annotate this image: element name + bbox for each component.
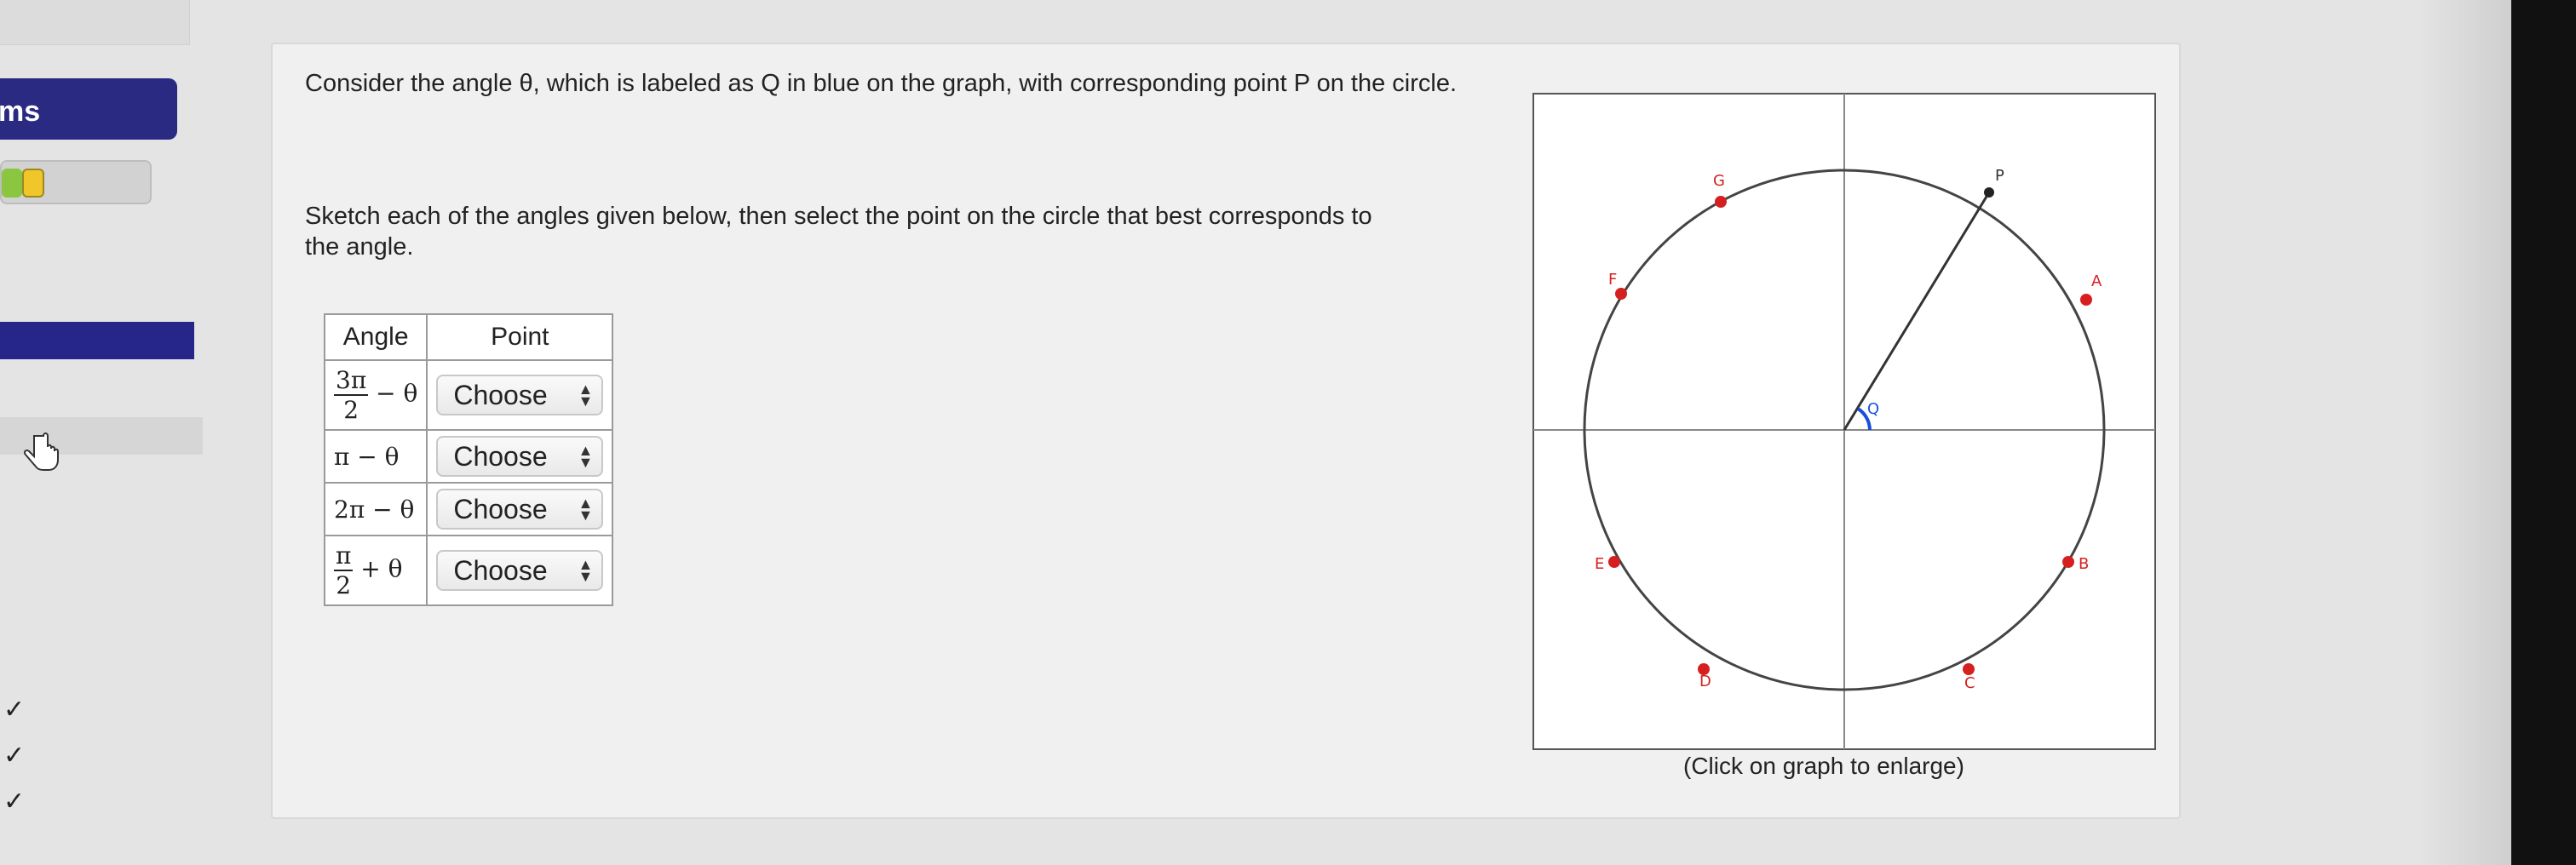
select-arrows-icon: ▲ ▼: [578, 442, 594, 471]
point-cell: Choose ▲ ▼: [426, 359, 614, 431]
angle-label: Q: [1867, 400, 1879, 418]
point-a-marker[interactable]: [2080, 294, 2092, 306]
screen-bezel: [2511, 0, 2576, 865]
point-f-label: F: [1608, 271, 1617, 289]
progress-current-marker: [22, 169, 44, 198]
point-select[interactable]: Choose ▲ ▼: [436, 375, 604, 415]
point-a-label: A: [2091, 272, 2102, 290]
point-c-label: C: [1964, 674, 1975, 692]
point-e-label: E: [1595, 555, 1604, 573]
angle-expression: 2π − θ: [323, 482, 428, 536]
point-e-marker[interactable]: [1608, 556, 1620, 568]
screen-edge-shadow: [2418, 0, 2511, 865]
question-instructions: Sketch each of the angles given below, t…: [305, 203, 1372, 261]
select-value: Choose: [453, 554, 548, 586]
point-select[interactable]: Choose ▲ ▼: [436, 550, 604, 591]
select-arrows-icon: ▲ ▼: [578, 381, 594, 410]
check-icon: ✓: [3, 788, 26, 816]
sidebar: ms ✓ ✓ ✓: [0, 0, 247, 865]
point-g-marker[interactable]: [1715, 196, 1727, 208]
expression-rest: − θ: [368, 379, 418, 408]
point-p-label: P: [1995, 167, 2004, 185]
point-p-marker[interactable]: [1984, 187, 1994, 198]
select-value: Choose: [453, 379, 548, 410]
point-column-header: Point: [426, 313, 614, 361]
sidebar-item-active[interactable]: [0, 322, 194, 359]
table-row: π2 + θ Choose ▲ ▼: [323, 535, 614, 606]
select-arrows-icon: ▲ ▼: [578, 556, 594, 585]
point-select[interactable]: Choose ▲ ▼: [436, 489, 604, 530]
expression-rest: + θ: [353, 554, 403, 583]
fraction-numerator: 3π: [334, 366, 369, 396]
fraction-numerator: π: [334, 541, 354, 571]
answer-table: Angle Point 3π 2 − θ Choose ▲ ▼ π − θ Choos…: [323, 313, 614, 606]
point-g-label: G: [1713, 172, 1725, 190]
progress-bar: [0, 160, 152, 204]
angle-expression: 3π 2 − θ: [323, 359, 428, 431]
fraction: π2: [334, 541, 354, 599]
point-select[interactable]: Choose ▲ ▼: [436, 436, 604, 477]
point-cell: Choose ▲ ▼: [426, 429, 614, 484]
check-icon: ✓: [3, 696, 26, 724]
point-c-marker[interactable]: [1963, 663, 1975, 675]
point-cell: Choose ▲ ▼: [426, 535, 614, 606]
check-icon: ✓: [3, 742, 26, 770]
angle-column-header: Angle: [323, 313, 428, 361]
angle-expression: π2 + θ: [323, 535, 428, 606]
hand-cursor-icon: [24, 432, 59, 471]
table-row: 3π 2 − θ Choose ▲ ▼: [323, 359, 614, 431]
sidebar-header: [0, 0, 190, 45]
point-d-label: D: [1699, 673, 1711, 690]
fraction: 3π 2: [334, 366, 369, 424]
fraction-denominator: 2: [343, 396, 359, 424]
select-value: Choose: [453, 493, 548, 524]
table-row: 2π − θ Choose ▲ ▼: [323, 482, 614, 536]
select-value: Choose: [453, 440, 548, 472]
sidebar-tab-items[interactable]: ms: [0, 78, 177, 140]
table-header-row: Angle Point: [323, 313, 614, 361]
point-b-marker[interactable]: [2062, 556, 2074, 568]
angle-expression: π − θ: [323, 429, 428, 484]
unit-circle-graph[interactable]: Q P G A F E B D C: [1525, 85, 2164, 758]
point-cell: Choose ▲ ▼: [426, 482, 614, 536]
point-f-marker[interactable]: [1615, 288, 1627, 300]
question-intro: Consider the angle θ, which is labeled a…: [305, 70, 1458, 97]
sidebar-tab-label: ms: [0, 95, 41, 128]
table-row: π − θ Choose ▲ ▼: [323, 429, 614, 484]
graph-caption[interactable]: (Click on graph to enlarge): [1683, 753, 1964, 780]
point-b-label: B: [2079, 555, 2089, 573]
fraction-denominator: 2: [336, 571, 352, 599]
progress-fill: [2, 169, 22, 198]
select-arrows-icon: ▲ ▼: [578, 495, 594, 524]
